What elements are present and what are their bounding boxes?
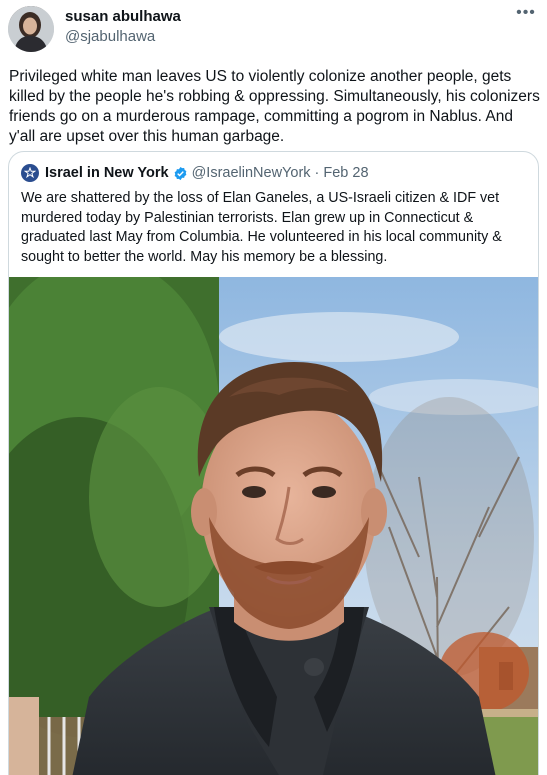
quoted-tweet-text: We are shattered by the loss of Elan Gan… [21,190,502,265]
more-horizontal-icon[interactable]: ••• [513,4,539,24]
quoted-author-avatar[interactable] [21,164,39,182]
quoted-author-handle[interactable]: @IsraelinNewYork [192,165,311,181]
verified-badge-icon [173,166,188,181]
quoted-tweet-photo[interactable] [9,277,538,775]
author-handle[interactable]: @sjabulhawa [65,28,155,45]
quoted-tweet-card[interactable]: Israel in New York @IsraelinNewYork · Fe… [8,151,539,775]
quoted-tweet-date[interactable]: Feb 28 [323,165,368,181]
author-avatar[interactable] [8,6,54,52]
author-name[interactable]: susan abulhawa [65,8,181,25]
quoted-author-name[interactable]: Israel in New York [45,165,169,181]
tweet-text: Privileged white man leaves US to violen… [9,68,540,145]
separator-dot: · [314,165,320,181]
quoted-tweet-header: Israel in New York @IsraelinNewYork · Fe… [21,164,369,182]
